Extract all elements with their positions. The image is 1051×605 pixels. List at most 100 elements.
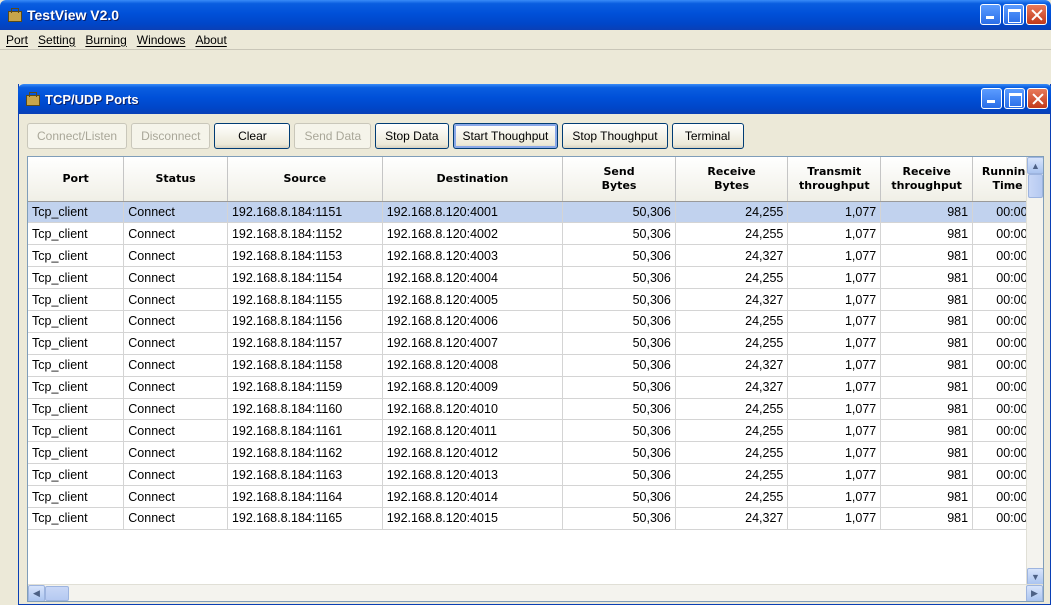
table-row[interactable]: Tcp_client Connect 192.168.8.184:1157 192.1… <box>28 332 1043 355</box>
cell-transmit-throughput: 1,077 <box>787 354 882 377</box>
maximize-icon[interactable] <box>1003 4 1024 25</box>
cell-status: Connect <box>123 507 228 530</box>
mdi-client-area: TCP/UDP Ports Connect/Listen Disconnect … <box>0 62 1051 605</box>
cell-receive-throughput: 981 <box>880 266 974 290</box>
cell-send-bytes: 50,306 <box>562 244 676 268</box>
cell-receive-bytes: 24,255 <box>675 310 789 333</box>
ports-grid[interactable]: Port Status Source Destination Send Bytes Rece… <box>27 156 1044 602</box>
disconnect-button[interactable]: Disconnect <box>131 123 211 149</box>
stop-data-button[interactable]: Stop Data <box>375 123 449 149</box>
cell-port: Tcp_client <box>28 288 125 311</box>
child-minimize-icon[interactable] <box>981 88 1002 109</box>
start-throughput-button[interactable]: Start Thoughput <box>452 123 559 149</box>
minimize-icon[interactable] <box>980 4 1001 25</box>
column-header-send-bytes[interactable]: Send Bytes <box>562 157 676 202</box>
vertical-scroll-thumb[interactable] <box>1028 174 1043 198</box>
cell-port: Tcp_client <box>28 222 125 246</box>
table-header: Port Status Source Destination Send Bytes Rece… <box>28 157 1043 202</box>
cell-destination: 192.168.8.120:4011 <box>382 419 564 443</box>
table-row[interactable]: Tcp_client Connect 192.168.8.184:1155 192.1… <box>28 288 1043 311</box>
cell-status: Connect <box>123 244 228 268</box>
cell-receive-bytes: 24,327 <box>675 288 789 311</box>
cell-port: Tcp_client <box>28 201 125 224</box>
cell-destination: 192.168.8.120:4008 <box>382 354 564 377</box>
column-header-source[interactable]: Source <box>227 157 383 202</box>
table-row[interactable]: Tcp_client Connect 192.168.8.184:1160 192.1… <box>28 398 1043 421</box>
column-header-label: Transmit <box>807 164 862 178</box>
menu-setting[interactable]: Setting <box>36 33 81 47</box>
cell-receive-bytes: 24,255 <box>675 222 789 246</box>
scroll-right-icon[interactable]: ▶ <box>1026 585 1043 601</box>
cell-source: 192.168.8.184:1161 <box>227 419 383 443</box>
cell-transmit-throughput: 1,077 <box>787 507 882 530</box>
cell-source: 192.168.8.184:1165 <box>227 507 383 530</box>
table-row[interactable]: Tcp_client Connect 192.168.8.184:1152 192.1… <box>28 222 1043 246</box>
table-row[interactable]: Tcp_client Connect 192.168.8.184:1165 192.1… <box>28 507 1043 530</box>
column-header-destination[interactable]: Destination <box>382 157 564 202</box>
table-row[interactable]: Tcp_client Connect 192.168.8.184:1158 192.1… <box>28 354 1043 377</box>
horizontal-scrollbar[interactable]: ◀ ▶ <box>28 584 1043 601</box>
cell-destination: 192.168.8.120:4010 <box>382 398 564 421</box>
cell-port: Tcp_client <box>28 485 125 508</box>
child-close-icon[interactable] <box>1027 88 1048 109</box>
ports-table: Port Status Source Destination Send Bytes Rece… <box>28 157 1043 530</box>
cell-receive-bytes: 24,255 <box>675 485 789 508</box>
table-row[interactable]: Tcp_client Connect 192.168.8.184:1151 192.1… <box>28 201 1043 224</box>
table-row[interactable]: Tcp_client Connect 192.168.8.184:1164 192.1… <box>28 485 1043 508</box>
toolbar: Connect/Listen Disconnect Clear Send Dat… <box>27 121 744 151</box>
cell-receive-throughput: 981 <box>880 507 974 530</box>
cell-receive-throughput: 981 <box>880 244 974 268</box>
column-header-transmit-throughput[interactable]: Transmit throughput <box>787 157 882 202</box>
child-titlebar[interactable]: TCP/UDP Ports <box>18 84 1051 114</box>
scroll-up-icon[interactable]: ▲ <box>1027 157 1043 174</box>
cell-status: Connect <box>123 376 228 399</box>
table-row[interactable]: Tcp_client Connect 192.168.8.184:1154 192.1… <box>28 266 1043 290</box>
column-header-label: Bytes <box>601 178 637 192</box>
cell-transmit-throughput: 1,077 <box>787 266 882 290</box>
clear-button[interactable]: Clear <box>214 123 291 149</box>
column-header-receive-bytes[interactable]: Receive Bytes <box>675 157 789 202</box>
send-data-button[interactable]: Send Data <box>294 123 372 149</box>
horizontal-scroll-thumb[interactable] <box>45 586 69 601</box>
table-row[interactable]: Tcp_client Connect 192.168.8.184:1161 192.1… <box>28 419 1043 443</box>
menu-burning[interactable]: Burning <box>83 33 132 47</box>
cell-port: Tcp_client <box>28 419 125 443</box>
menu-windows[interactable]: Windows <box>135 33 192 47</box>
vertical-scrollbar[interactable]: ▲ ▼ <box>1026 157 1043 585</box>
menu-bar: Port Setting Burning Windows About <box>0 30 1051 50</box>
column-header-status[interactable]: Status <box>123 157 228 202</box>
column-header-label: throughput <box>891 178 962 192</box>
table-row[interactable]: Tcp_client Connect 192.168.8.184:1156 192.1… <box>28 310 1043 333</box>
app-titlebar[interactable]: TestView V2.0 <box>0 0 1051 30</box>
scroll-left-icon[interactable]: ◀ <box>28 585 45 601</box>
cell-send-bytes: 50,306 <box>562 419 676 443</box>
tcp-udp-ports-window: TCP/UDP Ports Connect/Listen Disconnect … <box>18 84 1051 605</box>
connect-listen-button[interactable]: Connect/Listen <box>27 123 128 149</box>
cell-status: Connect <box>123 463 228 487</box>
close-icon[interactable] <box>1026 4 1047 25</box>
cell-transmit-throughput: 1,077 <box>787 332 882 355</box>
table-row[interactable]: Tcp_client Connect 192.168.8.184:1162 192.1… <box>28 441 1043 465</box>
column-header-port[interactable]: Port <box>28 157 125 202</box>
table-row[interactable]: Tcp_client Connect 192.168.8.184:1153 192.1… <box>28 244 1043 268</box>
table-row[interactable]: Tcp_client Connect 192.168.8.184:1163 192.1… <box>28 463 1043 487</box>
column-header-receive-throughput[interactable]: Receive throughput <box>880 157 974 202</box>
table-row[interactable]: Tcp_client Connect 192.168.8.184:1159 192.1… <box>28 376 1043 399</box>
menu-about[interactable]: About <box>193 33 232 47</box>
terminal-button[interactable]: Terminal <box>671 123 744 149</box>
cell-destination: 192.168.8.120:4013 <box>382 463 564 487</box>
cell-transmit-throughput: 1,077 <box>787 310 882 333</box>
cell-receive-throughput: 981 <box>880 398 974 421</box>
child-maximize-icon[interactable] <box>1004 88 1025 109</box>
cell-send-bytes: 50,306 <box>562 441 676 465</box>
cell-receive-throughput: 981 <box>880 332 974 355</box>
cell-destination: 192.168.8.120:4004 <box>382 266 564 290</box>
cell-status: Connect <box>123 310 228 333</box>
stop-throughput-button[interactable]: Stop Thoughput <box>562 123 668 149</box>
menu-port[interactable]: Port <box>4 33 34 47</box>
cell-receive-throughput: 981 <box>880 463 974 487</box>
child-window-title: TCP/UDP Ports <box>45 91 139 107</box>
cell-port: Tcp_client <box>28 398 125 421</box>
cell-destination: 192.168.8.120:4007 <box>382 332 564 355</box>
scroll-down-icon[interactable]: ▼ <box>1027 568 1043 585</box>
